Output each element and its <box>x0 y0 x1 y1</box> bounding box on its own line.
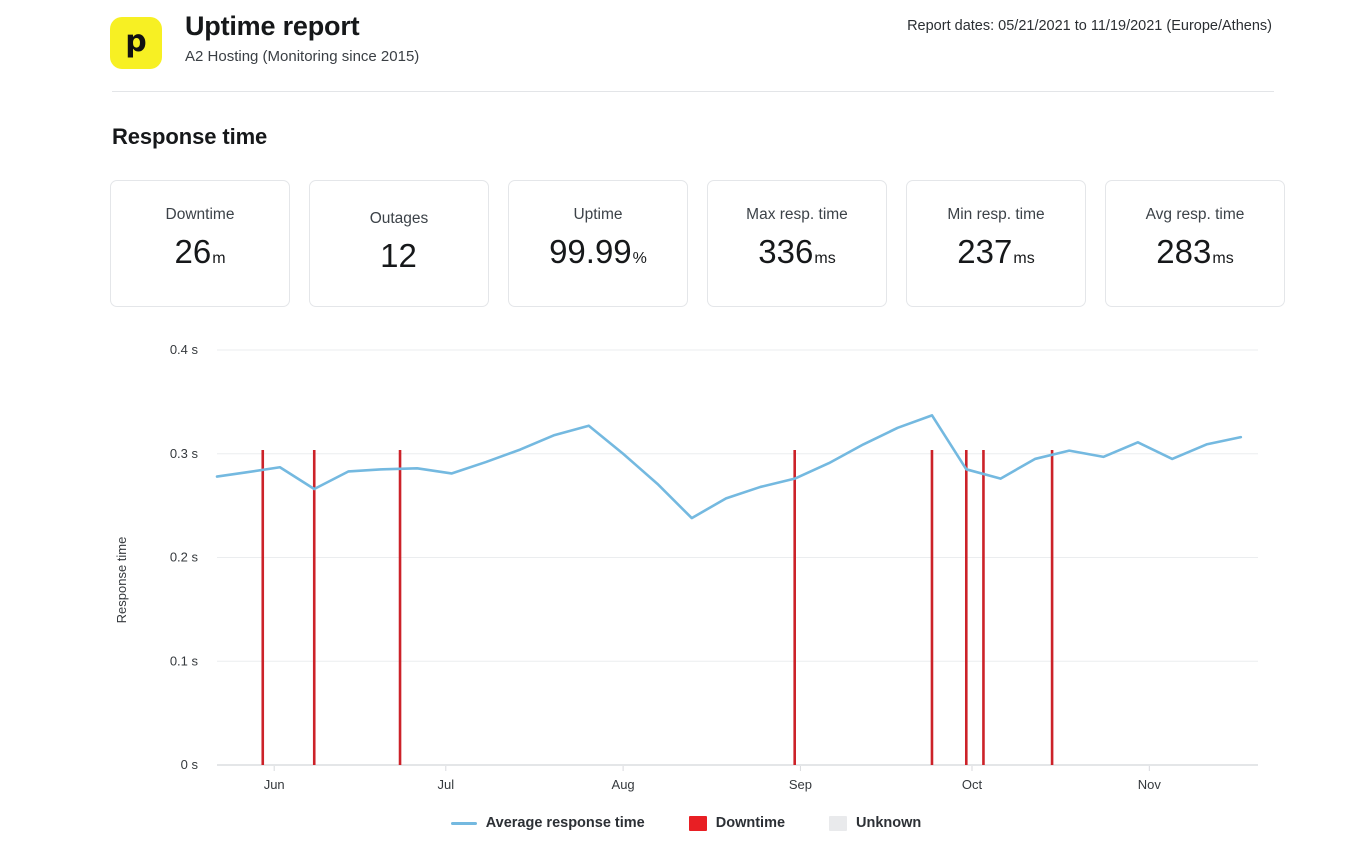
stat-card-outages: Outages 12 <box>309 180 489 307</box>
stat-unit: % <box>632 250 647 267</box>
stat-unit: ms <box>814 250 836 267</box>
legend-item-downtime[interactable]: Downtime <box>688 815 786 831</box>
downtime-bar[interactable] <box>793 450 796 765</box>
stat-label: Downtime <box>165 206 235 223</box>
stat-value: 283 ms <box>1156 234 1233 277</box>
stat-card-min-resp-time: Min resp. time 237 ms <box>906 180 1086 307</box>
stat-label: Max resp. time <box>746 206 848 223</box>
chart-x-tick-labels: Jun Jul Aug Sep Oct Nov <box>264 777 1162 792</box>
stat-card-downtime: Downtime 26 m <box>110 180 290 307</box>
x-tick-label: Jul <box>437 777 454 792</box>
stat-value: 237 ms <box>957 234 1034 277</box>
page-title: Uptime report <box>185 11 360 41</box>
chart-y-tick-labels: 0 s 0.1 s 0.2 s 0.3 s 0.4 s <box>170 342 199 772</box>
stat-number: 12 <box>380 236 417 274</box>
stat-label: Outages <box>369 209 429 227</box>
pingdom-logo-icon: p <box>110 17 162 69</box>
x-tick-label: Nov <box>1138 777 1162 792</box>
title-block: Uptime report A2 Hosting (Monitoring sin… <box>185 10 419 66</box>
downtime-bar[interactable] <box>398 450 402 765</box>
stat-value: 336 ms <box>758 234 835 277</box>
report-dates: Report dates: 05/21/2021 to 11/19/2021 (… <box>907 18 1272 34</box>
uptime-report-page: p Uptime report A2 Hosting (Monitoring s… <box>0 0 1372 850</box>
stat-number: 99.99 <box>549 233 632 270</box>
page-header: p Uptime report A2 Hosting (Monitoring s… <box>0 0 1372 92</box>
downtime-bar[interactable] <box>312 450 316 765</box>
legend-label: Unknown <box>856 815 922 831</box>
x-tick-label: Sep <box>789 777 812 792</box>
stat-value: 99.99% <box>549 234 647 277</box>
downtime-bar[interactable] <box>261 450 265 765</box>
x-tick-label: Oct <box>962 777 983 792</box>
y-tick-label: 0.1 s <box>170 653 199 668</box>
stat-card-max-resp-time: Max resp. time 336 ms <box>707 180 887 307</box>
legend-item-average-response-time[interactable]: Average response time <box>450 815 645 831</box>
stat-value: 26 m <box>174 234 225 277</box>
stat-label: Avg resp. time <box>1145 206 1245 223</box>
y-tick-label: 0.4 s <box>170 342 199 357</box>
downtime-swatch-icon <box>688 815 707 831</box>
chart-gridlines <box>217 349 1258 766</box>
stat-card-avg-resp-time: Avg resp. time 283 ms <box>1105 180 1285 307</box>
stat-number: 26 <box>174 233 212 270</box>
section-title: Response time <box>112 124 268 149</box>
downtime-bar[interactable] <box>982 450 985 765</box>
unknown-swatch-icon <box>829 815 848 831</box>
y-tick-label: 0 s <box>181 757 199 772</box>
chart-svg: 0 s 0.1 s 0.2 s 0.3 s 0.4 s Jun Jul Aug Sep Oct N… <box>114 342 1258 792</box>
stat-unit: ms <box>1212 250 1234 267</box>
legend-item-unknown[interactable]: Unknown <box>829 815 921 831</box>
chart-x-tick-marks <box>273 766 1150 771</box>
downtime-bar[interactable] <box>1050 450 1054 765</box>
x-tick-label: Jun <box>264 777 285 792</box>
y-tick-label: 0.3 s <box>170 446 199 461</box>
legend-label: Average response time <box>485 815 645 831</box>
page-subtitle: A2 Hosting (Monitoring since 2015) <box>185 48 420 65</box>
stat-unit: m <box>212 250 226 267</box>
stat-label: Uptime <box>573 206 623 223</box>
y-axis-title: Response time <box>114 537 129 624</box>
stat-label: Min resp. time <box>947 206 1045 223</box>
legend-label: Downtime <box>715 815 786 831</box>
x-tick-label: Aug <box>612 777 635 792</box>
stat-value: 12 <box>380 236 418 274</box>
downtime-bar[interactable] <box>930 450 934 765</box>
stat-number: 283 <box>1156 233 1212 270</box>
y-tick-label: 0.2 s <box>170 550 199 565</box>
downtime-bar[interactable] <box>964 450 968 765</box>
chart-downtime-bars <box>261 450 1054 765</box>
stat-unit: ms <box>1013 250 1035 267</box>
stat-number: 336 <box>758 233 814 270</box>
stat-cards: Downtime 26 m Outages 12 Uptime 99.99% Ma… <box>110 180 1285 307</box>
response-time-chart: 0 s 0.1 s 0.2 s 0.3 s 0.4 s Jun Jul Aug Sep Oct N… <box>112 330 1272 800</box>
stat-card-uptime: Uptime 99.99% <box>508 180 688 307</box>
header-divider <box>112 91 1274 92</box>
stat-number: 237 <box>957 233 1013 270</box>
average-response-time-line <box>215 414 1243 520</box>
line-swatch-icon <box>450 821 477 825</box>
chart-legend: Average response time Downtime Unknown <box>0 815 1372 831</box>
logo-glyph: p <box>125 24 147 59</box>
